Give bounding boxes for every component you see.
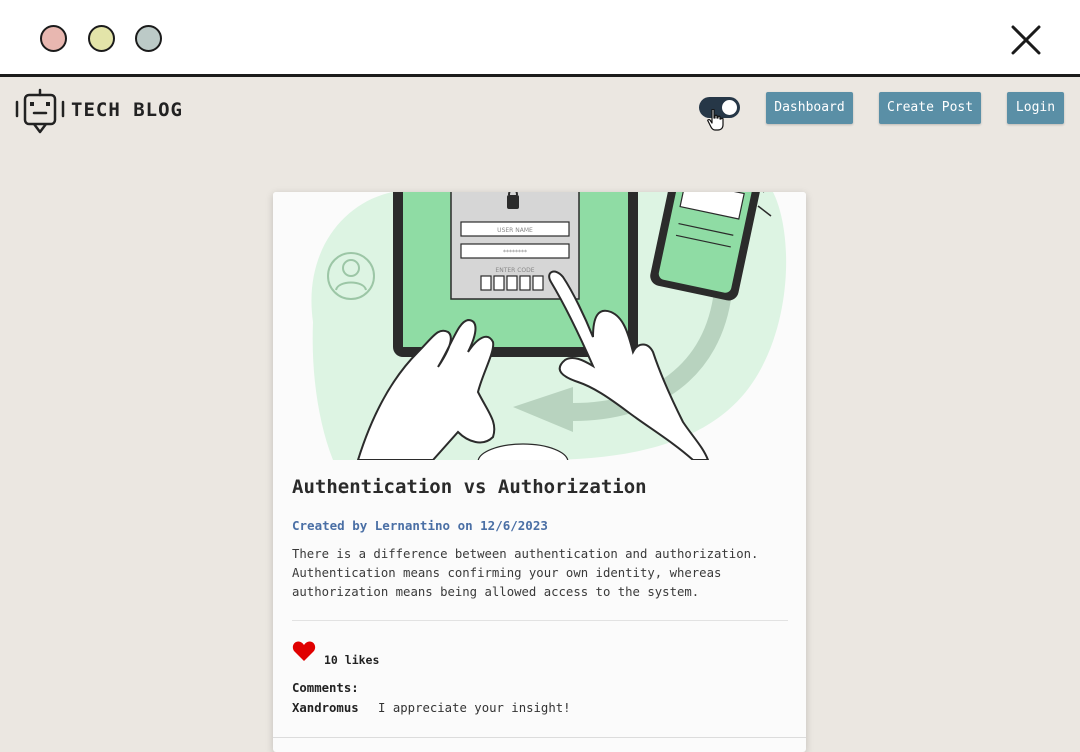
site-brand[interactable]: TECH BLOG <box>71 99 183 121</box>
post-title[interactable]: Authentication vs Authorization <box>292 476 647 498</box>
password-placeholder: ******** <box>503 249 527 256</box>
post-meta: Created by Lernantino on 12/6/2023 <box>292 518 548 533</box>
likes-count: 10 likes <box>324 653 380 667</box>
login-button[interactable]: Login <box>1007 92 1064 124</box>
authentication-illustration: USER NAME ******** ENTER CODE <box>273 192 806 460</box>
create-post-button[interactable]: Create Post <box>879 92 981 124</box>
hand-pointer-icon <box>707 109 724 131</box>
code-label: ENTER CODE <box>495 267 534 274</box>
comment-author: Xandromus <box>292 701 359 715</box>
comments-label: Comments: <box>292 681 359 695</box>
card-footer-divider <box>273 737 806 738</box>
close-dot[interactable] <box>40 25 67 52</box>
close-icon[interactable] <box>1010 24 1042 56</box>
divider <box>292 620 788 621</box>
minimize-dot[interactable] <box>88 25 115 52</box>
post-body: There is a difference between authentica… <box>292 547 759 599</box>
maximize-dot[interactable] <box>135 25 162 52</box>
username-placeholder: USER NAME <box>497 227 533 234</box>
robot-chat-icon[interactable] <box>14 88 66 136</box>
comment-text: I appreciate your insight! <box>378 701 571 715</box>
comment-item: Xandromus I appreciate your insight! <box>292 701 571 715</box>
heart-icon[interactable] <box>292 640 316 662</box>
post-card: USER NAME ******** ENTER CODE Authentica… <box>273 192 806 752</box>
window-titlebar <box>0 0 1080 77</box>
dashboard-button[interactable]: Dashboard <box>766 92 853 124</box>
